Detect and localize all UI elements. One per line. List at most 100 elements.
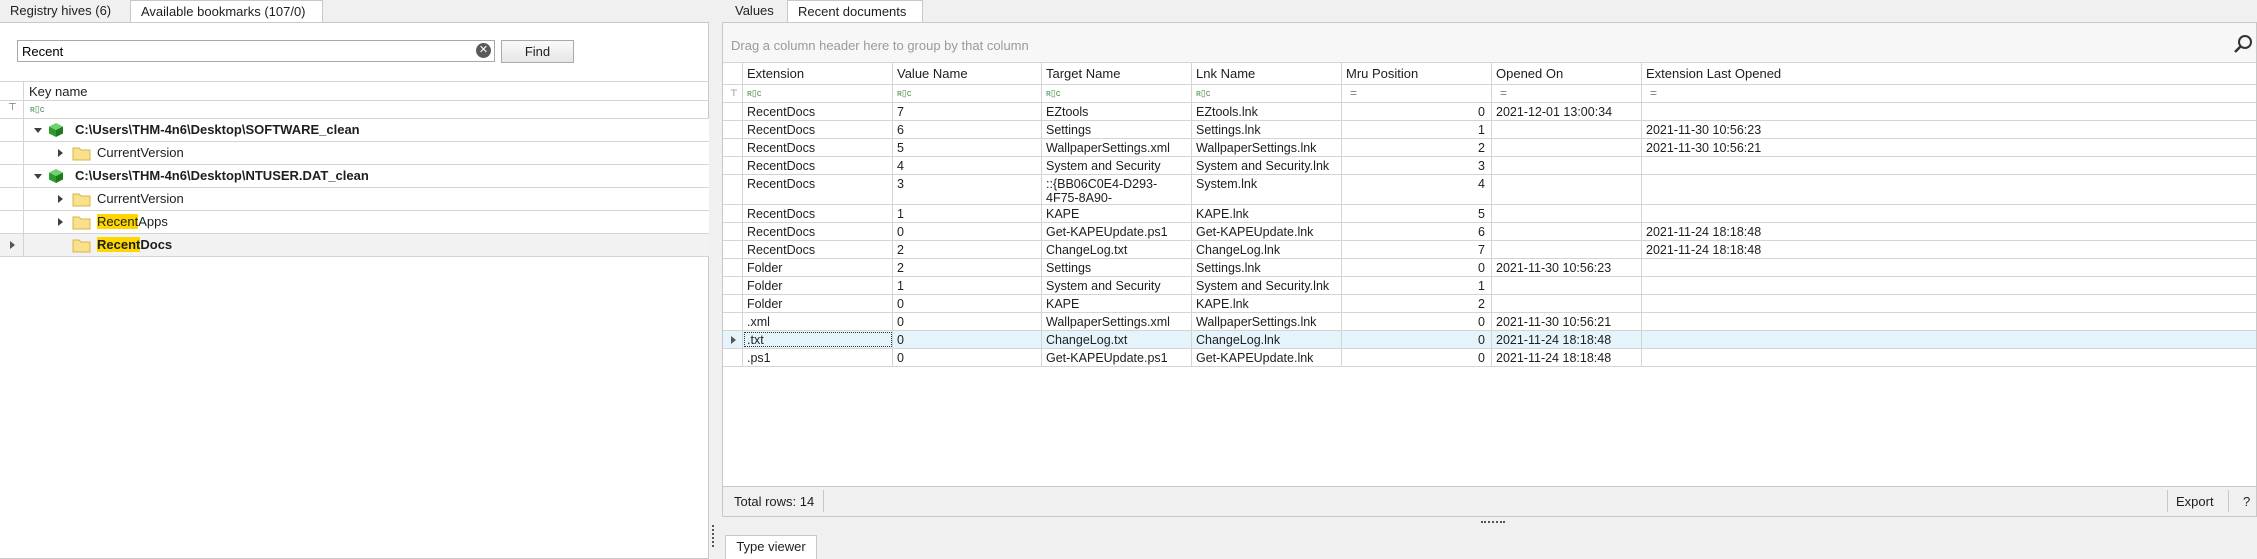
cell-extension-last-opened[interactable] [1642,349,2256,366]
row-indicator[interactable] [723,277,743,294]
help-button[interactable]: ? [2243,494,2250,509]
filter-mru-position[interactable]: = [1342,85,1492,102]
cell-extension-last-opened[interactable] [1642,295,2256,312]
table-row[interactable]: .txt 0 ChangeLog.txt ChangeLog.lnk 0 2021-11-… [723,331,2256,349]
cell-extension[interactable]: Folder [743,295,893,312]
cell-lnk-name[interactable]: WallpaperSettings.lnk [1192,313,1342,330]
table-row[interactable]: .ps1 0 Get-KAPEUpdate.ps1 Get-KAPEUpdate.ln… [723,349,2256,367]
cell-value-name[interactable]: 0 [893,223,1042,240]
cell-extension-last-opened[interactable]: 2021-11-30 10:56:23 [1642,121,2256,138]
cell-target-name[interactable]: EZtools [1042,103,1192,120]
row-indicator[interactable] [723,349,743,366]
tree-node-ntuser-hive[interactable]: C:\Users\THM-4n6\Desktop\NTUSER.DAT_clea… [0,165,709,188]
cell-value-name[interactable]: 0 [893,331,1042,348]
tab-values[interactable]: Values [725,0,787,22]
cell-target-name[interactable]: ::{BB06C0E4-D293-4F75-8A90-CB05B6477EEE} [1042,175,1192,204]
row-indicator[interactable] [723,259,743,276]
cell-extension[interactable]: .txt [743,331,893,348]
cell-mru-position[interactable]: 1 [1342,277,1492,294]
cell-lnk-name[interactable]: Settings.lnk [1192,259,1342,276]
cell-extension-last-opened[interactable] [1642,103,2256,120]
column-header-extension[interactable]: Extension [743,63,893,84]
cell-value-name[interactable]: 2 [893,241,1042,258]
cell-mru-position[interactable]: 0 [1342,103,1492,120]
cell-lnk-name[interactable]: KAPE.lnk [1192,295,1342,312]
cell-mru-position[interactable]: 0 [1342,349,1492,366]
cell-extension-last-opened[interactable] [1642,259,2256,276]
cell-mru-position[interactable]: 2 [1342,139,1492,156]
cell-target-name[interactable]: WallpaperSettings.xml [1042,313,1192,330]
table-row[interactable]: RecentDocs 4 System and Security System and… [723,157,2256,175]
cell-mru-position[interactable]: 2 [1342,295,1492,312]
cell-opened-on[interactable] [1492,277,1642,294]
cell-extension[interactable]: RecentDocs [743,121,893,138]
cell-value-name[interactable]: 6 [893,121,1042,138]
cell-extension[interactable]: Folder [743,259,893,276]
cell-lnk-name[interactable]: KAPE.lnk [1192,205,1342,222]
cell-extension[interactable]: .xml [743,313,893,330]
cell-opened-on[interactable] [1492,223,1642,240]
table-row[interactable]: RecentDocs 6 Settings Settings.lnk 1 2021-11-… [723,121,2256,139]
cell-value-name[interactable]: 3 [893,175,1042,204]
row-indicator[interactable] [723,205,743,222]
tab-type-viewer[interactable]: Type viewer [725,535,817,559]
table-row[interactable]: RecentDocs 2 ChangeLog.txt ChangeLog.lnk 7 20… [723,241,2256,259]
group-by-area[interactable]: Drag a column header here to group by th… [723,23,2256,63]
cell-extension[interactable]: RecentDocs [743,205,893,222]
cell-target-name[interactable]: KAPE [1042,295,1192,312]
cell-lnk-name[interactable]: ChangeLog.lnk [1192,331,1342,348]
cell-target-name[interactable]: WallpaperSettings.xml [1042,139,1192,156]
cell-mru-position[interactable]: 1 [1342,121,1492,138]
tree-node-currentversion[interactable]: CurrentVersion [0,188,709,211]
cell-opened-on[interactable] [1492,175,1642,204]
column-header-lnk-name[interactable]: Lnk Name [1192,63,1342,84]
cell-lnk-name[interactable]: Get-KAPEUpdate.lnk [1192,223,1342,240]
export-button[interactable]: Export [2176,494,2214,509]
filter-target-name[interactable]: ʀ▯ᴄ [1042,85,1192,102]
cell-extension-last-opened[interactable] [1642,331,2256,348]
cell-extension-last-opened[interactable]: 2021-11-24 18:18:48 [1642,223,2256,240]
cell-opened-on[interactable]: 2021-11-24 18:18:48 [1492,349,1642,366]
cell-extension-last-opened[interactable]: 2021-11-24 18:18:48 [1642,241,2256,258]
key-name-column-header[interactable]: Key name [29,84,88,99]
cell-lnk-name[interactable]: Settings.lnk [1192,121,1342,138]
cell-value-name[interactable]: 4 [893,157,1042,174]
cell-extension-last-opened[interactable] [1642,157,2256,174]
cell-extension-last-opened[interactable] [1642,277,2256,294]
expand-arrow-icon[interactable] [58,149,63,157]
column-header-mru-position[interactable]: Mru Position [1342,63,1492,84]
cell-extension[interactable]: Folder [743,277,893,294]
cell-target-name[interactable]: ChangeLog.txt [1042,331,1192,348]
cell-extension[interactable]: RecentDocs [743,175,893,204]
column-header-value-name[interactable]: Value Name [893,63,1042,84]
table-row[interactable]: Folder 1 System and Security System and Sec… [723,277,2256,295]
cell-lnk-name[interactable]: ChangeLog.lnk [1192,241,1342,258]
row-indicator[interactable] [723,175,743,204]
cell-opened-on[interactable]: 2021-11-24 18:18:48 [1492,331,1642,348]
tab-recent-documents[interactable]: Recent documents [787,0,923,23]
tab-available-bookmarks[interactable]: Available bookmarks (107/0) [130,0,323,23]
cell-value-name[interactable]: 1 [893,277,1042,294]
column-header-extension-last-opened[interactable]: Extension Last Opened [1642,63,2256,84]
cell-value-name[interactable]: 0 [893,313,1042,330]
cell-opened-on[interactable] [1492,139,1642,156]
table-row[interactable]: RecentDocs 5 WallpaperSettings.xml Wallpape… [723,139,2256,157]
cell-value-name[interactable]: 0 [893,349,1042,366]
row-indicator[interactable] [723,157,743,174]
table-row[interactable]: Folder 0 KAPE KAPE.lnk 2 [723,295,2256,313]
table-row[interactable]: Folder 2 Settings Settings.lnk 0 2021-11-30 1… [723,259,2256,277]
row-indicator[interactable] [723,139,743,156]
cell-extension[interactable]: RecentDocs [743,241,893,258]
vertical-splitter-grip[interactable] [712,525,715,547]
table-row[interactable]: RecentDocs 7 EZtools EZtools.lnk 0 2021-12-01… [723,103,2256,121]
cell-extension[interactable]: RecentDocs [743,223,893,240]
cell-lnk-name[interactable]: System and Security.lnk [1192,157,1342,174]
tree-node-software-hive[interactable]: C:\Users\THM-4n6\Desktop\SOFTWARE_clean [0,119,709,142]
cell-target-name[interactable]: Get-KAPEUpdate.ps1 [1042,349,1192,366]
cell-target-name[interactable]: Settings [1042,121,1192,138]
row-indicator[interactable] [723,295,743,312]
table-row[interactable]: RecentDocs 0 Get-KAPEUpdate.ps1 Get-KAPEUpd… [723,223,2256,241]
cell-extension[interactable]: RecentDocs [743,103,893,120]
row-indicator[interactable] [723,313,743,330]
cell-lnk-name[interactable]: System and Security.lnk [1192,277,1342,294]
